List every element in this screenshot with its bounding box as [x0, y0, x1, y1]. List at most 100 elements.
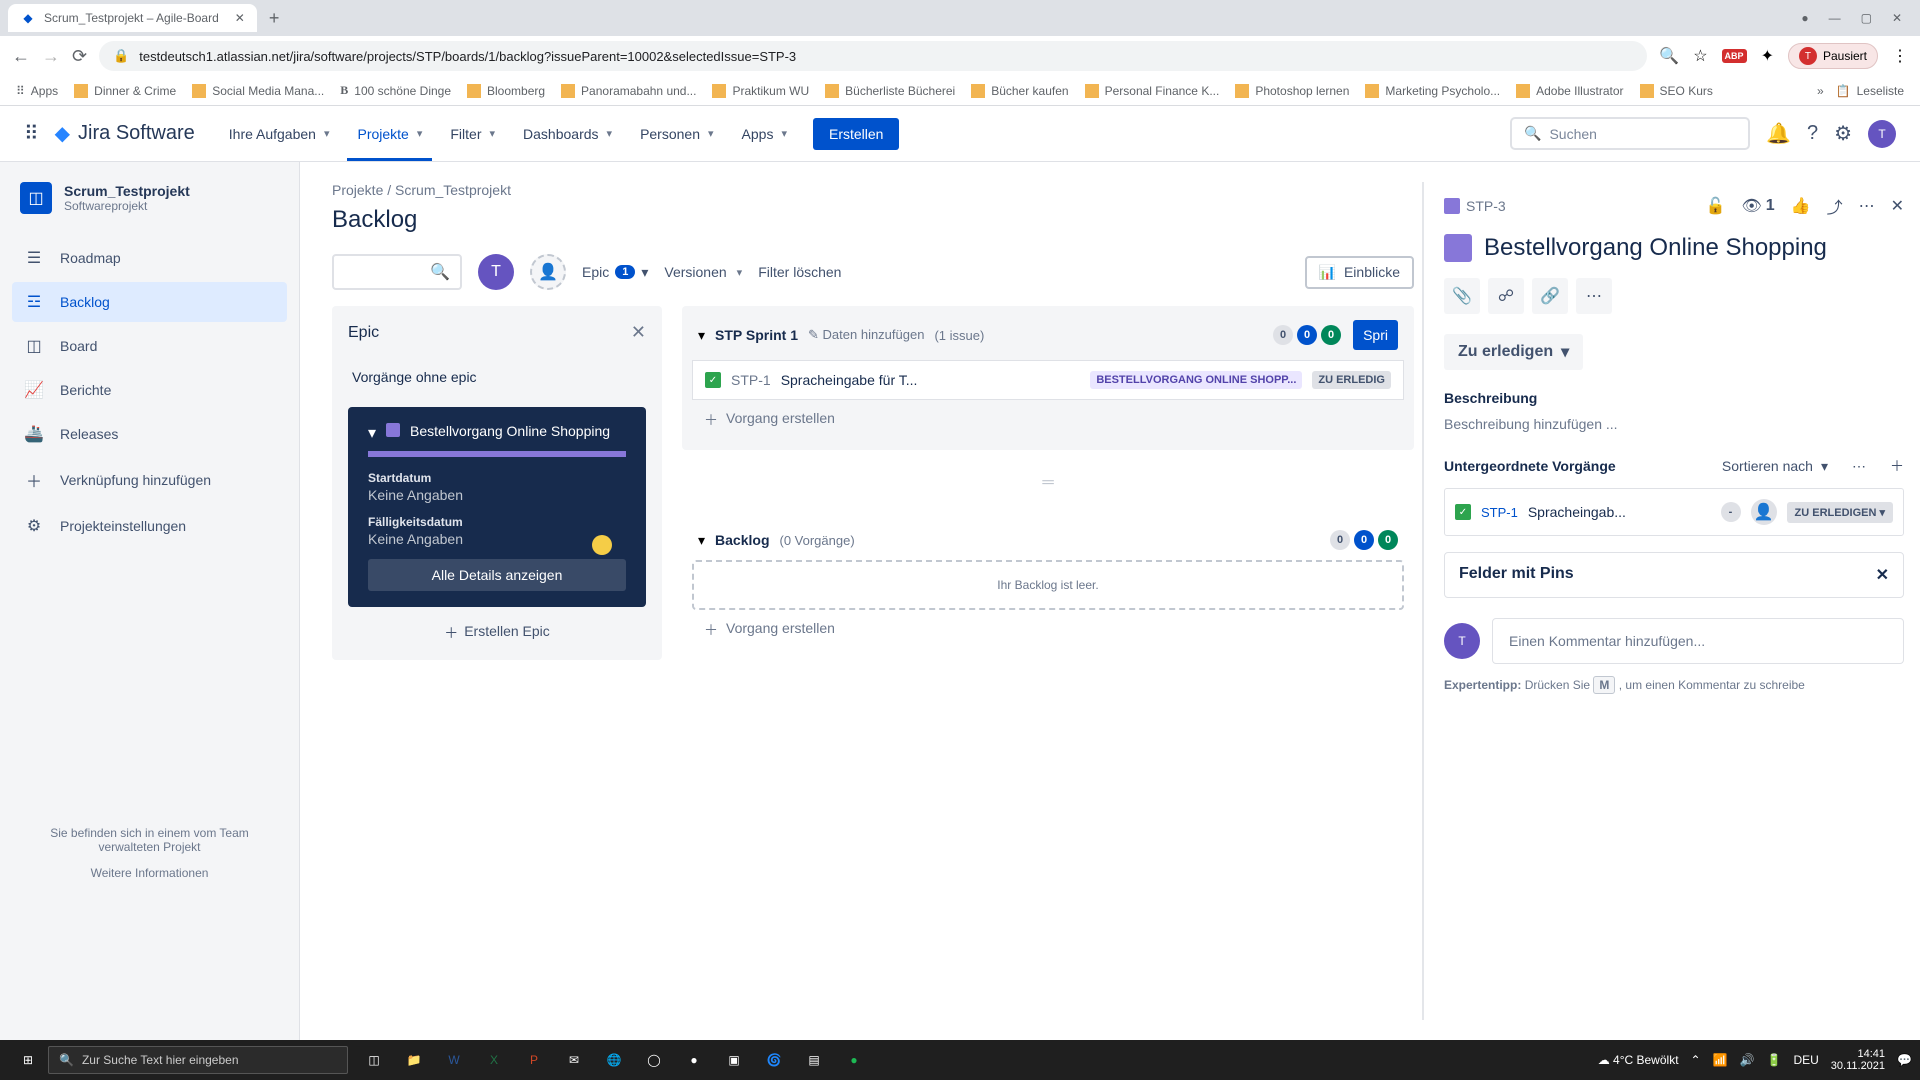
create-button[interactable]: Erstellen: [813, 118, 899, 150]
share-icon[interactable]: ⤴: [1827, 194, 1843, 218]
bookmark-item[interactable]: Bücherliste Bücherei: [821, 82, 959, 100]
nav-people[interactable]: Personen: [630, 118, 723, 150]
attach-button[interactable]: 📎: [1444, 278, 1480, 314]
close-icon[interactable]: ✕: [1876, 565, 1889, 585]
child-button[interactable]: ☍: [1488, 278, 1524, 314]
more-icon[interactable]: ⋯: [1859, 196, 1875, 216]
start-sprint-button[interactable]: Spri: [1353, 320, 1398, 350]
close-icon[interactable]: ✕: [1891, 196, 1904, 216]
word-icon[interactable]: W: [436, 1042, 472, 1078]
insights-button[interactable]: 📊 Einblicke: [1305, 256, 1414, 289]
sidebar-settings[interactable]: ⚙Projekteinstellungen: [12, 506, 287, 546]
epic-details-button[interactable]: Alle Details anzeigen: [368, 559, 626, 591]
extensions-icon[interactable]: ✦: [1761, 46, 1774, 66]
close-tab-icon[interactable]: ✕: [235, 11, 245, 25]
edge-icon[interactable]: 🌀: [756, 1042, 792, 1078]
close-window-icon[interactable]: ✕: [1892, 11, 1902, 25]
sidebar-more-info-link[interactable]: Weitere Informationen: [28, 866, 271, 880]
plus-icon[interactable]: ＋: [1890, 456, 1904, 476]
bookmark-item[interactable]: Adobe Illustrator: [1512, 82, 1627, 100]
star-icon[interactable]: ☆: [1693, 46, 1707, 66]
epic-card[interactable]: ▾ Bestellvorgang Online Shopping Startda…: [348, 407, 646, 607]
bookmark-item[interactable]: Social Media Mana...: [188, 82, 328, 100]
status-chip[interactable]: ZU ERLEDIG: [1312, 371, 1391, 389]
epic-filter[interactable]: Epic 1 ▾: [582, 264, 648, 281]
issue-row[interactable]: ✓ STP-1 Spracheingabe für T... BESTELLVO…: [692, 360, 1404, 400]
powerpoint-icon[interactable]: P: [516, 1042, 552, 1078]
taskbar-search[interactable]: 🔍 Zur Suche Text hier eingeben: [48, 1046, 348, 1074]
bookmarks-overflow[interactable]: »: [1817, 84, 1824, 98]
search-input[interactable]: 🔍 Suchen: [1510, 117, 1750, 150]
profile-paused-button[interactable]: T Pausiert: [1788, 43, 1878, 69]
filter-add-person[interactable]: 👤: [530, 254, 566, 290]
detail-key[interactable]: STP-3: [1444, 198, 1506, 214]
spotify-icon[interactable]: ●: [836, 1042, 872, 1078]
profile-dot-icon[interactable]: ●: [1801, 11, 1808, 25]
language-indicator[interactable]: DEU: [1793, 1053, 1818, 1067]
battery-icon[interactable]: 🔋: [1767, 1053, 1782, 1067]
excel-icon[interactable]: X: [476, 1042, 512, 1078]
epic-color-square[interactable]: [1444, 234, 1472, 262]
unassigned-avatar[interactable]: 👤: [1751, 499, 1777, 525]
reload-button[interactable]: ⟳: [72, 46, 87, 67]
apps-bookmark[interactable]: ⠿ Apps: [12, 82, 62, 100]
abp-extension-icon[interactable]: ABP: [1722, 49, 1747, 63]
zoom-icon[interactable]: 🔍: [1659, 46, 1679, 66]
version-filter[interactable]: Versionen: [664, 264, 742, 280]
bookmark-item[interactable]: SEO Kurs: [1636, 82, 1717, 100]
sort-dropdown[interactable]: Sortieren nach ▾ ⋯ ＋: [1722, 456, 1904, 476]
more-actions-button[interactable]: ⋯: [1576, 278, 1612, 314]
explorer-icon[interactable]: 📁: [396, 1042, 432, 1078]
menu-icon[interactable]: ⋮: [1892, 46, 1908, 66]
breadcrumb-root[interactable]: Projekte: [332, 182, 383, 198]
bookmark-item[interactable]: Bücher kaufen: [967, 82, 1072, 100]
link-button[interactable]: 🔗: [1532, 278, 1568, 314]
bookmark-item[interactable]: Praktikum WU: [708, 82, 813, 100]
lock-icon[interactable]: 🔓: [1706, 196, 1726, 216]
browser-tab[interactable]: ◆ Scrum_Testprojekt – Agile-Board ✕: [8, 4, 257, 32]
sidebar-add-link[interactable]: ＋Verknüpfung hinzufügen: [12, 458, 287, 502]
app-icon[interactable]: ▤: [796, 1042, 832, 1078]
app-switcher-icon[interactable]: ⠿: [24, 121, 39, 146]
create-issue-button[interactable]: ＋ Vorgang erstellen: [692, 400, 1404, 440]
url-input[interactable]: 🔒 testdeutsch1.atlassian.net/jira/softwa…: [99, 41, 1647, 71]
nav-your-work[interactable]: Ihre Aufgaben: [219, 118, 340, 150]
sidebar-board[interactable]: ◫Board: [12, 326, 287, 366]
create-issue-button[interactable]: ＋ Vorgang erstellen: [692, 610, 1404, 650]
add-dates-link[interactable]: ✎ Daten hinzufügen: [808, 327, 924, 343]
sidebar-releases[interactable]: 🚢Releases: [12, 414, 287, 454]
bookmark-item[interactable]: Bloomberg: [463, 82, 549, 100]
like-icon[interactable]: 👍: [1791, 196, 1811, 216]
child-status-chip[interactable]: ZU ERLEDIGEN ▾: [1787, 502, 1893, 523]
chevron-down-icon[interactable]: ▾: [698, 532, 705, 549]
nav-dashboards[interactable]: Dashboards: [513, 118, 622, 150]
epic-chip[interactable]: BESTELLVORGANG ONLINE SHOPP...: [1090, 371, 1302, 389]
settings-icon[interactable]: ⚙: [1834, 121, 1852, 146]
help-icon[interactable]: ?: [1807, 122, 1818, 145]
wifi-icon[interactable]: 📶: [1713, 1053, 1728, 1067]
chevron-down-icon[interactable]: ▾: [698, 327, 705, 344]
app-icon[interactable]: ●: [676, 1042, 712, 1078]
volume-icon[interactable]: 🔊: [1740, 1053, 1755, 1067]
watchers-button[interactable]: 👁1: [1741, 196, 1774, 216]
notifications-icon[interactable]: 🔔: [1766, 121, 1791, 146]
status-dropdown[interactable]: Zu erledigen ▾: [1444, 334, 1583, 370]
task-view-icon[interactable]: ◫: [356, 1042, 392, 1078]
maximize-icon[interactable]: ▢: [1861, 11, 1872, 25]
clock[interactable]: 14:41 30.11.2021: [1831, 1048, 1885, 1072]
weather-widget[interactable]: ☁ 4°C Bewölkt: [1598, 1053, 1679, 1067]
breadcrumb-project[interactable]: Scrum_Testprojekt: [395, 182, 511, 198]
pinned-fields-section[interactable]: Felder mit Pins ✕: [1444, 552, 1904, 598]
close-icon[interactable]: ✕: [631, 322, 646, 343]
app-icon[interactable]: ▣: [716, 1042, 752, 1078]
chrome-icon[interactable]: 🌐: [596, 1042, 632, 1078]
chevron-down-icon[interactable]: ▾: [368, 423, 376, 443]
drag-handle-icon[interactable]: ═: [682, 470, 1414, 496]
sidebar-reports[interactable]: 📈Berichte: [12, 370, 287, 410]
start-button[interactable]: ⊞: [8, 1040, 48, 1080]
project-header[interactable]: ◫ Scrum_Testprojekt Softwareprojekt: [12, 182, 287, 214]
bookmark-item[interactable]: Photoshop lernen: [1231, 82, 1353, 100]
bookmark-item[interactable]: Marketing Psycholo...: [1361, 82, 1504, 100]
jira-logo[interactable]: ◆ Jira Software: [55, 121, 195, 146]
more-icon[interactable]: ⋯: [1852, 458, 1866, 475]
